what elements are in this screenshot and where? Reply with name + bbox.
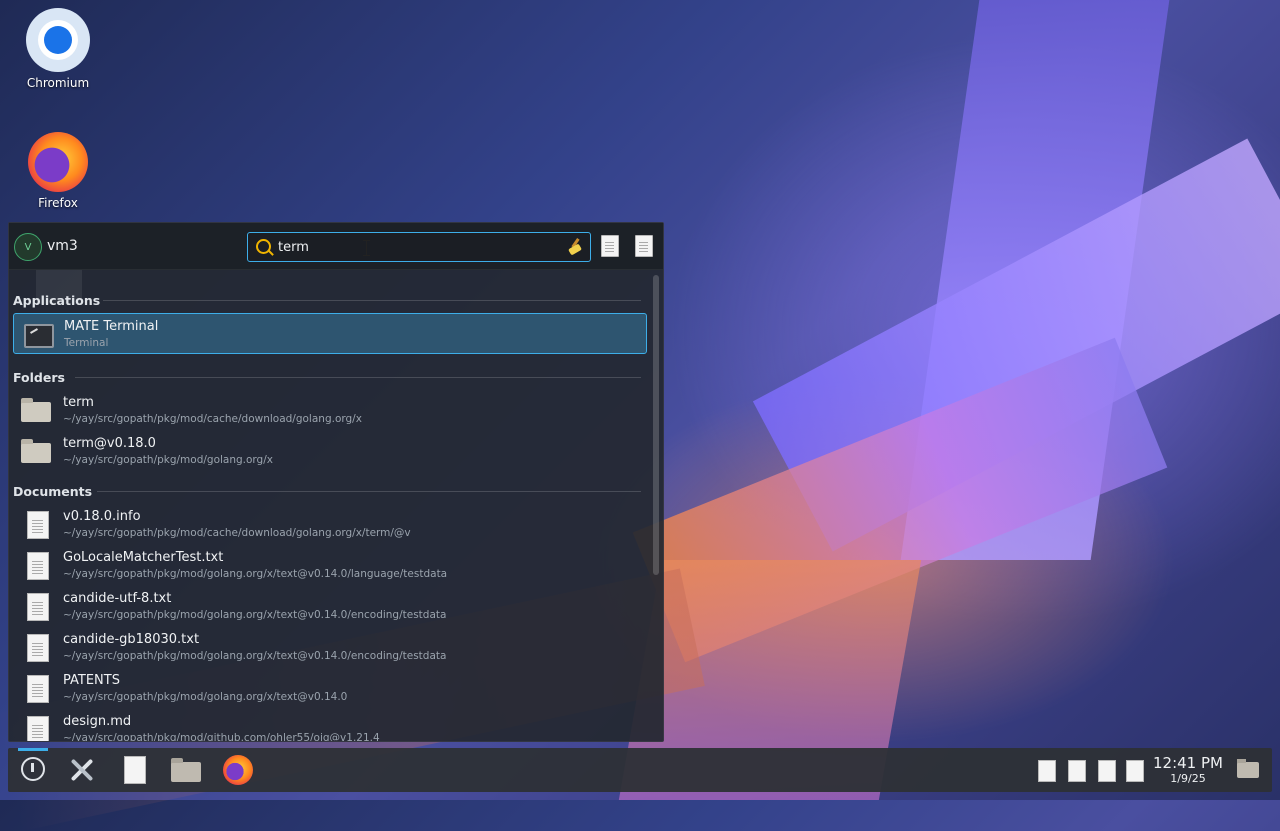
- result-name: term: [63, 395, 94, 410]
- result-item-document[interactable]: GoLocaleMatcherTest.txt ~/yay/src/gopath…: [13, 545, 647, 586]
- result-name: GoLocaleMatcherTest.txt: [63, 550, 224, 565]
- header-action-button-2[interactable]: [635, 235, 653, 257]
- document-icon: [124, 756, 146, 784]
- result-item-mate-terminal[interactable]: MATE Terminal Terminal: [13, 313, 647, 354]
- section-title: Folders: [13, 370, 65, 385]
- clock-date: 1/9/25: [1170, 772, 1206, 785]
- document-icon: [601, 235, 619, 257]
- clock-time: 12:41 PM: [1153, 754, 1223, 772]
- active-launcher-indicator: [18, 748, 48, 751]
- result-item-folder[interactable]: term ~/yay/src/gopath/pkg/mod/cache/down…: [13, 390, 647, 431]
- file-manager-button[interactable]: [170, 754, 202, 786]
- result-name: PATENTS: [63, 673, 120, 688]
- hostname-label: vm3: [47, 238, 78, 254]
- mouse-cursor-ibeam: [363, 240, 370, 256]
- application-launcher-button[interactable]: [18, 754, 50, 786]
- document-icon: [21, 551, 51, 580]
- result-name: design.md: [63, 714, 132, 729]
- search-box[interactable]: [247, 232, 591, 262]
- search-icon: [256, 239, 271, 254]
- result-detail: ~/yay/src/gopath/pkg/mod/cache/download/…: [63, 413, 362, 425]
- section-title: Applications: [13, 293, 101, 308]
- terminal-icon: [22, 320, 54, 348]
- document-icon: [21, 715, 51, 741]
- document-icon: [635, 235, 653, 257]
- avatar-letter: V: [24, 241, 32, 253]
- show-desktop-icon[interactable]: [1237, 759, 1259, 778]
- firefox-taskbar-button[interactable]: [222, 754, 254, 786]
- section-header-applications: Applications: [9, 283, 651, 313]
- result-detail: ~/yay/src/gopath/pkg/mod/github.com/ohle…: [63, 732, 380, 741]
- digital-clock[interactable]: 12:41 PM 1/9/25: [1150, 754, 1226, 786]
- result-detail: ~/yay/src/gopath/pkg/mod/golang.org/x/te…: [63, 568, 448, 580]
- section-title: Documents: [13, 484, 93, 499]
- section-header-documents: Documents: [9, 474, 651, 504]
- scrollbar-thumb[interactable]: [653, 275, 659, 575]
- text-editor-button[interactable]: [118, 754, 150, 786]
- section-divider: [75, 377, 641, 378]
- document-icon: [21, 592, 51, 621]
- document-icon: [21, 674, 51, 703]
- user-avatar[interactable]: V: [14, 233, 42, 261]
- taskbar: 12:41 PM 1/9/25: [8, 748, 1272, 792]
- result-detail: Terminal: [64, 337, 109, 349]
- result-detail: ~/yay/src/gopath/pkg/mod/golang.org/x/te…: [63, 650, 447, 662]
- launcher-header: V vm3: [9, 223, 663, 270]
- header-action-button-1[interactable]: [601, 235, 619, 257]
- result-detail: ~/yay/src/gopath/pkg/mod/golang.org/x/te…: [63, 609, 447, 621]
- tray-document-icon[interactable]: [1098, 760, 1116, 782]
- clear-search-icon[interactable]: [568, 238, 582, 254]
- wallpaper-shape: [900, 0, 1170, 560]
- chromium-icon: [26, 8, 90, 72]
- folder-icon: [171, 758, 201, 782]
- document-icon: [21, 510, 51, 539]
- desktop-icon-firefox[interactable]: Firefox: [13, 132, 103, 210]
- section-divider: [97, 491, 641, 492]
- result-item-document[interactable]: PATENTS ~/yay/src/gopath/pkg/mod/golang.…: [13, 668, 647, 709]
- result-item-document[interactable]: v0.18.0.info ~/yay/src/gopath/pkg/mod/ca…: [13, 504, 647, 545]
- desktop-icon-label: Chromium: [26, 76, 90, 90]
- result-detail: ~/yay/src/gopath/pkg/mod/golang.org/x/te…: [63, 691, 348, 703]
- desktop-icon-label: Firefox: [38, 196, 78, 210]
- result-name: MATE Terminal: [64, 319, 159, 334]
- desktop-icon-chromium[interactable]: Chromium: [13, 8, 103, 90]
- section-divider: [103, 300, 641, 301]
- system-settings-button[interactable]: [66, 754, 98, 786]
- result-name: candide-gb18030.txt: [63, 632, 200, 647]
- folder-icon: [21, 396, 51, 424]
- firefox-icon: [28, 132, 88, 192]
- search-input[interactable]: [276, 236, 560, 258]
- result-item-document[interactable]: design.md ~/yay/src/gopath/pkg/mod/githu…: [13, 709, 647, 741]
- result-detail: ~/yay/src/gopath/pkg/mod/golang.org/x: [63, 454, 273, 466]
- result-name: v0.18.0.info: [63, 509, 141, 524]
- result-name: term@v0.18.0: [63, 436, 156, 451]
- tray-document-icon[interactable]: [1038, 760, 1056, 782]
- tray-document-icon[interactable]: [1068, 760, 1086, 782]
- section-header-folders: Folders: [9, 360, 651, 390]
- folder-icon: [21, 437, 51, 465]
- search-results-list: Applications MATE Terminal Terminal Fold…: [9, 283, 651, 741]
- application-launcher: V vm3 Applications MATE Terminal Termina…: [8, 222, 664, 742]
- result-detail: ~/yay/src/gopath/pkg/mod/cache/download/…: [63, 527, 411, 539]
- result-item-document[interactable]: candide-utf-8.txt ~/yay/src/gopath/pkg/m…: [13, 586, 647, 627]
- result-name: candide-utf-8.txt: [63, 591, 172, 606]
- tray-document-icon[interactable]: [1126, 760, 1144, 782]
- document-icon: [21, 633, 51, 662]
- firefox-icon: [223, 755, 253, 785]
- result-item-document[interactable]: candide-gb18030.txt ~/yay/src/gopath/pkg…: [13, 627, 647, 668]
- results-scrollbar[interactable]: [653, 275, 659, 735]
- wallpaper-shape: [632, 337, 1168, 663]
- launcher-icon: [21, 757, 45, 781]
- result-item-folder[interactable]: term@v0.18.0 ~/yay/src/gopath/pkg/mod/go…: [13, 431, 647, 472]
- wallpaper-shape: [752, 138, 1280, 552]
